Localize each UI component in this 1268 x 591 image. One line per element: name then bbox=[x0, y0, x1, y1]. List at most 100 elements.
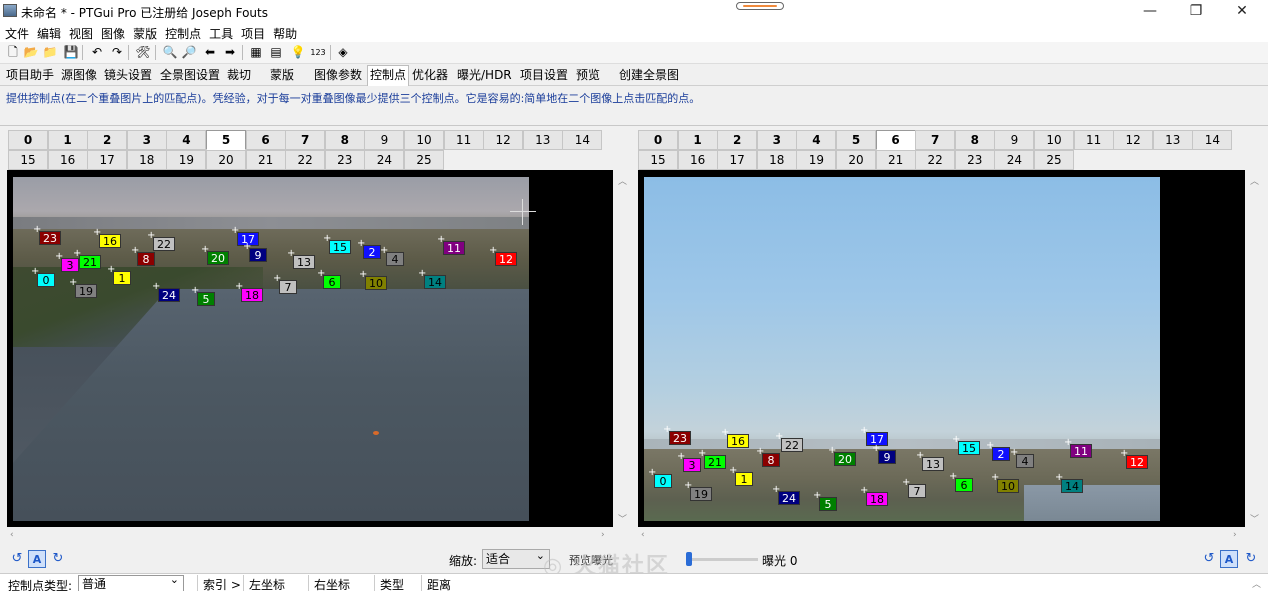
control-point-marker[interactable]: + bbox=[952, 435, 960, 445]
left-image-tab[interactable]: 18 bbox=[126, 150, 167, 170]
left-image-tab[interactable]: 8 bbox=[324, 130, 365, 150]
scroll-down-icon[interactable]: ﹀ bbox=[618, 512, 627, 525]
menu-item[interactable]: 控制点 bbox=[160, 23, 204, 42]
scroll-down-icon[interactable]: ﹀ bbox=[1250, 512, 1259, 525]
publish-icon[interactable]: ◈ bbox=[335, 45, 351, 60]
left-image-tab[interactable]: 3 bbox=[126, 130, 167, 150]
exposure-slider-track[interactable] bbox=[686, 558, 758, 561]
tab-1[interactable]: 源图像 bbox=[59, 66, 99, 85]
zoom-out-icon[interactable]: 🔎 bbox=[181, 45, 197, 60]
left-image-tab[interactable]: 23 bbox=[324, 150, 365, 170]
left-photo[interactable]: 23 +16 +22 +17 +15 +2 +11 +12 +3 +21 +8 +20 +9 +13 +4 +… bbox=[13, 177, 529, 521]
left-image-tab[interactable]: 20 bbox=[206, 150, 246, 170]
control-point-label[interactable]: 18 bbox=[866, 492, 888, 506]
next-arrow-icon[interactable]: ➡ bbox=[222, 45, 238, 60]
right-image-tab[interactable]: 21 bbox=[875, 150, 916, 170]
control-point-marker[interactable]: + bbox=[772, 485, 780, 495]
left-image-tab[interactable]: 5 bbox=[206, 130, 246, 150]
control-point-label[interactable]: 1 bbox=[735, 472, 753, 486]
control-point-label[interactable]: 8 bbox=[137, 252, 155, 266]
control-point-marker[interactable]: + bbox=[152, 282, 160, 292]
control-point-marker[interactable]: + bbox=[380, 246, 388, 256]
right-vertical-scrollbar[interactable]: ︿ ﹀ bbox=[1245, 170, 1262, 527]
auto-button[interactable]: A bbox=[28, 550, 46, 568]
right-image-tab[interactable]: 0 bbox=[638, 130, 678, 150]
control-point-marker[interactable]: + bbox=[273, 274, 281, 284]
batch-icon[interactable]: ▦ bbox=[248, 45, 264, 60]
right-image-tab[interactable]: 9 bbox=[994, 130, 1035, 150]
control-point-label[interactable]: 9 bbox=[249, 248, 267, 262]
tab-2[interactable]: 镜头设置 bbox=[102, 66, 154, 85]
control-point-marker[interactable]: + bbox=[147, 231, 155, 241]
right-horizontal-scrollbar[interactable]: ‹ › bbox=[638, 527, 1245, 544]
control-point-marker[interactable]: + bbox=[73, 249, 81, 259]
right-image-tab[interactable]: 20 bbox=[836, 150, 876, 170]
open-recent-icon[interactable]: 📁 bbox=[42, 45, 58, 60]
column-header[interactable]: 类型 bbox=[380, 576, 404, 591]
control-point-label[interactable]: 5 bbox=[197, 292, 215, 306]
save-icon[interactable]: 💾 bbox=[63, 45, 79, 60]
right-image-tab[interactable]: 16 bbox=[677, 150, 718, 170]
menu-item[interactable]: 项目 bbox=[236, 23, 268, 42]
control-point-marker[interactable]: + bbox=[729, 466, 737, 476]
control-point-label[interactable]: 21 bbox=[79, 255, 101, 269]
control-point-label[interactable]: 2 bbox=[992, 447, 1010, 461]
zoom-in-icon[interactable]: 🔍 bbox=[162, 45, 178, 60]
left-image-tab[interactable]: 17 bbox=[87, 150, 128, 170]
control-point-label[interactable]: 20 bbox=[834, 452, 856, 466]
control-point-label[interactable]: 12 bbox=[495, 252, 517, 266]
control-point-label[interactable]: 20 bbox=[207, 251, 229, 265]
control-point-marker[interactable]: + bbox=[131, 246, 139, 256]
control-point-marker[interactable]: + bbox=[235, 282, 243, 292]
control-point-label[interactable]: 23 bbox=[669, 431, 691, 445]
left-image-tab[interactable]: 25 bbox=[404, 150, 444, 170]
control-point-label[interactable]: 22 bbox=[153, 237, 175, 251]
right-image-tab[interactable]: 12 bbox=[1113, 130, 1154, 150]
control-point-marker[interactable]: + bbox=[31, 267, 39, 277]
control-point-marker[interactable]: + bbox=[1064, 438, 1072, 448]
control-point-label[interactable]: 23 bbox=[39, 231, 61, 245]
left-image-tab[interactable]: 22 bbox=[285, 150, 326, 170]
scroll-right-icon[interactable]: › bbox=[1233, 530, 1237, 540]
control-point-marker[interactable]: + bbox=[201, 245, 209, 255]
control-point-label[interactable]: 11 bbox=[1070, 444, 1092, 458]
right-image-tab[interactable]: 18 bbox=[756, 150, 797, 170]
left-image-tab[interactable]: 16 bbox=[47, 150, 88, 170]
control-point-label[interactable]: 24 bbox=[158, 288, 180, 302]
undo-icon[interactable]: ↶ bbox=[89, 45, 105, 60]
left-image-viewer[interactable]: 23 +16 +22 +17 +15 +2 +11 +12 +3 +21 +8 +20 +9 +13 +4 +… bbox=[7, 170, 613, 527]
control-point-marker[interactable]: + bbox=[860, 486, 868, 496]
control-point-marker[interactable]: + bbox=[93, 228, 101, 238]
cp-type-select[interactable]: 普通 bbox=[78, 572, 184, 591]
menu-item[interactable]: 蒙版 bbox=[128, 23, 160, 42]
previous-arrow-icon[interactable]: ⬅ bbox=[202, 45, 218, 60]
control-point-label[interactable]: 15 bbox=[958, 441, 980, 455]
left-image-tab[interactable]: 7 bbox=[285, 130, 326, 150]
control-point-marker[interactable]: + bbox=[949, 472, 957, 482]
menu-item[interactable]: 视图 bbox=[64, 23, 96, 42]
control-point-label[interactable]: 24 bbox=[778, 491, 800, 505]
right-image-tab[interactable]: 10 bbox=[1034, 130, 1074, 150]
control-point-label[interactable]: 18 bbox=[241, 288, 263, 302]
control-point-label[interactable]: 1 bbox=[113, 271, 131, 285]
right-image-tab[interactable]: 23 bbox=[954, 150, 995, 170]
left-image-tab[interactable]: 21 bbox=[245, 150, 286, 170]
control-point-marker[interactable]: + bbox=[721, 428, 729, 438]
tab-12[interactable]: 创建全景图 bbox=[617, 66, 681, 85]
left-image-tab[interactable]: 4 bbox=[166, 130, 207, 150]
control-point-label[interactable]: 22 bbox=[781, 438, 803, 452]
menu-item[interactable]: 工具 bbox=[204, 23, 236, 42]
tab-4[interactable]: 裁切 bbox=[225, 66, 253, 85]
right-image-tab[interactable]: 13 bbox=[1152, 130, 1193, 150]
control-point-marker[interactable]: + bbox=[860, 426, 868, 436]
minimize-button[interactable]: — bbox=[1127, 0, 1173, 23]
control-point-label[interactable]: 21 bbox=[704, 455, 726, 469]
control-point-marker[interactable]: + bbox=[828, 446, 836, 456]
control-point-label[interactable]: 19 bbox=[75, 284, 97, 298]
control-point-marker[interactable]: + bbox=[775, 432, 783, 442]
left-vertical-scrollbar[interactable]: ︿ ﹀ bbox=[613, 170, 630, 527]
maximize-button[interactable]: ❐ bbox=[1173, 0, 1219, 23]
menu-item[interactable]: 编辑 bbox=[32, 23, 64, 42]
control-point-marker[interactable]: + bbox=[489, 246, 497, 256]
tools-icon[interactable]: 🛠 bbox=[135, 45, 151, 60]
